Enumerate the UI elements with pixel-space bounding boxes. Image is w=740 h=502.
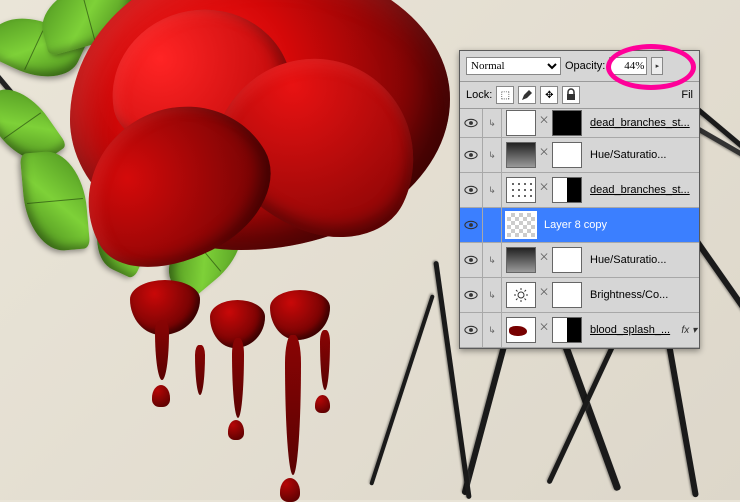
layer-thumbs: ྾ — [502, 281, 586, 309]
layer-indent — [483, 208, 502, 242]
layer-thumbnail[interactable] — [506, 110, 536, 136]
layer-indent: ↳ — [483, 313, 502, 347]
layer-name[interactable]: Hue/Saturatio... — [586, 254, 699, 266]
layer-name[interactable]: dead_branches_st... — [586, 184, 699, 196]
layer-thumbs: ྾ — [502, 316, 586, 344]
visibility-eye-icon[interactable] — [460, 138, 483, 172]
visibility-eye-icon[interactable] — [460, 313, 483, 347]
branch — [369, 294, 435, 485]
layer-thumbnail[interactable] — [506, 177, 536, 203]
layer-row[interactable]: ↳ ྾ Hue/Saturatio... — [460, 243, 699, 278]
layer-name[interactable]: blood_splash_... — [586, 324, 681, 336]
lock-row: Lock: ⬚ ✥ Fil — [460, 82, 699, 109]
opacity-value[interactable]: 44% — [609, 57, 647, 75]
layer-indent: ↳ — [483, 278, 502, 312]
layer-thumbnail[interactable] — [506, 317, 536, 343]
layer-name[interactable]: Hue/Saturatio... — [586, 149, 699, 161]
link-icon[interactable]: ྾ — [540, 141, 548, 169]
layer-indent: ↳ — [483, 173, 502, 207]
layer-mask-thumbnail[interactable] — [552, 317, 582, 343]
layer-name[interactable]: Layer 8 copy — [540, 219, 699, 231]
blood-drip — [320, 330, 330, 390]
link-icon[interactable]: ྾ — [540, 246, 548, 274]
link-icon[interactable]: ྾ — [540, 176, 548, 204]
layer-thumbnail[interactable] — [506, 282, 536, 308]
layer-indent: ↳ — [483, 109, 502, 140]
panel-top-row: Normal Opacity: 44% ▸ — [460, 51, 699, 82]
layer-mask-thumbnail[interactable] — [552, 110, 582, 136]
layer-thumbs: ྾ — [502, 246, 586, 274]
layer-thumbnail[interactable] — [506, 247, 536, 273]
visibility-eye-icon[interactable] — [460, 278, 483, 312]
lock-transparent-icon[interactable]: ⬚ — [496, 86, 514, 104]
layer-name[interactable]: Brightness/Co... — [586, 289, 699, 301]
layer-mask-thumbnail[interactable] — [552, 282, 582, 308]
layer-thumbs — [502, 212, 540, 238]
fill-label: Fil — [681, 89, 693, 101]
blood-drip — [285, 335, 301, 475]
layer-row[interactable]: ↳ ྾ dead_branches_st... — [460, 109, 699, 138]
layer-mask-thumbnail[interactable] — [552, 247, 582, 273]
visibility-eye-icon[interactable] — [460, 109, 483, 140]
layer-thumbs: ྾ — [502, 176, 586, 204]
blood-drop — [315, 395, 330, 413]
blood-drip — [195, 345, 205, 395]
layer-thumbnail[interactable] — [506, 142, 536, 168]
opacity-label: Opacity: — [565, 60, 605, 72]
blood-drop — [280, 478, 300, 502]
layer-indent: ↳ — [483, 243, 502, 277]
layer-fx-badge[interactable]: fx ▾ — [681, 325, 699, 336]
blood-drop — [152, 385, 170, 407]
layer-name[interactable]: dead_branches_st... — [586, 117, 699, 129]
layer-mask-thumbnail[interactable] — [552, 142, 582, 168]
layer-thumbnail[interactable] — [506, 212, 536, 238]
layer-thumbs: ྾ — [502, 109, 586, 137]
visibility-eye-icon[interactable] — [460, 243, 483, 277]
layer-mask-thumbnail[interactable] — [552, 177, 582, 203]
link-icon[interactable]: ྾ — [540, 281, 548, 309]
layer-indent: ↳ — [483, 138, 502, 172]
lock-brush-icon[interactable] — [518, 86, 536, 104]
lock-all-icon[interactable] — [562, 86, 580, 104]
opacity-flyout-button[interactable]: ▸ — [651, 57, 663, 75]
layer-row[interactable]: Layer 8 copy — [460, 208, 699, 243]
layers-panel: Normal Opacity: 44% ▸ Lock: ⬚ ✥ Fil ↳ ྾ de… — [459, 50, 700, 349]
link-icon[interactable]: ྾ — [540, 316, 548, 344]
layer-row[interactable]: ↳ ྾ Hue/Saturatio... — [460, 138, 699, 173]
layers-list: ↳྾dead_branches_st...↳྾Hue/Saturatio...↳… — [460, 109, 699, 348]
blood-drip — [155, 320, 169, 380]
layer-row[interactable]: ↳ ྾ Brightness/Co... — [460, 278, 699, 313]
blood-drip — [232, 338, 244, 418]
lock-move-icon[interactable]: ✥ — [540, 86, 558, 104]
visibility-eye-icon[interactable] — [460, 173, 483, 207]
layer-row[interactable]: ↳ ྾ dead_branches_st... — [460, 173, 699, 208]
link-icon[interactable]: ྾ — [540, 109, 548, 137]
layer-row[interactable]: ↳ ྾ blood_splash_...fx ▾ — [460, 313, 699, 348]
visibility-eye-icon[interactable] — [460, 208, 483, 242]
lock-label: Lock: — [466, 89, 492, 101]
blend-mode-select[interactable]: Normal — [466, 57, 561, 75]
layer-thumbs: ྾ — [502, 141, 586, 169]
blood-drop — [228, 420, 244, 440]
